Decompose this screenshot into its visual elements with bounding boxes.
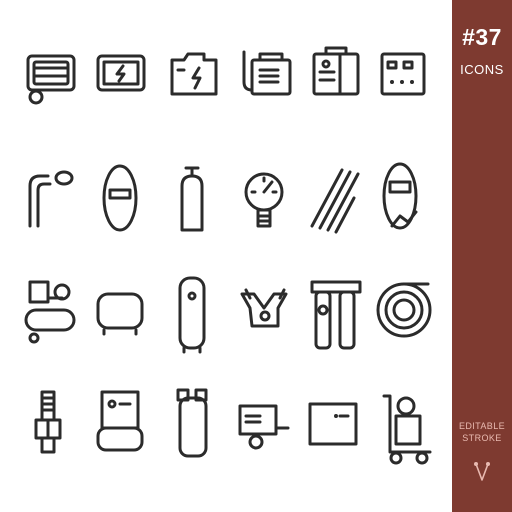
editable-stroke-caption: EDITABLE STROKE	[452, 420, 512, 444]
hand-truck-compressor-icon	[374, 376, 446, 476]
icon-count: #37	[462, 24, 502, 50]
welder-helmet-icon	[374, 150, 446, 250]
welding-torch-icon	[14, 150, 86, 250]
generator-icon	[14, 30, 86, 130]
welding-machine-icon	[230, 30, 302, 130]
caption-line-2: STROKE	[462, 433, 502, 443]
air-compressor-icon	[14, 268, 86, 368]
icon-grid	[0, 0, 452, 512]
vertical-tank-icon	[158, 268, 230, 368]
gas-cylinder-icon	[158, 150, 230, 250]
trailer-generator-icon	[230, 376, 302, 476]
air-hose-reel-icon	[374, 268, 446, 368]
tank-compressor-unit-icon	[86, 376, 158, 476]
welding-mask-icon	[86, 150, 158, 250]
air-filter-regulator-icon	[302, 268, 374, 368]
power-box-icon	[302, 376, 374, 476]
pen-tool-icon	[474, 462, 490, 481]
jerrycan-battery-icon	[158, 30, 230, 130]
battery-charger-icon	[86, 30, 158, 130]
info-sidebar: #37 ICONS EDITABLE STROKE	[452, 0, 512, 512]
icon-count-label: ICONS	[460, 62, 504, 77]
horizontal-tank-icon	[86, 268, 158, 368]
vertical-air-compressor-icon	[158, 376, 230, 476]
compressor-pump-icon	[230, 268, 302, 368]
inverter-welder-icon	[302, 30, 374, 130]
caption-line-1: EDITABLE	[458, 421, 506, 431]
welding-rods-icon	[302, 150, 374, 250]
hose-fitting-icon	[14, 376, 86, 476]
pressure-gauge-icon	[230, 150, 302, 250]
control-panel-icon	[374, 30, 446, 130]
